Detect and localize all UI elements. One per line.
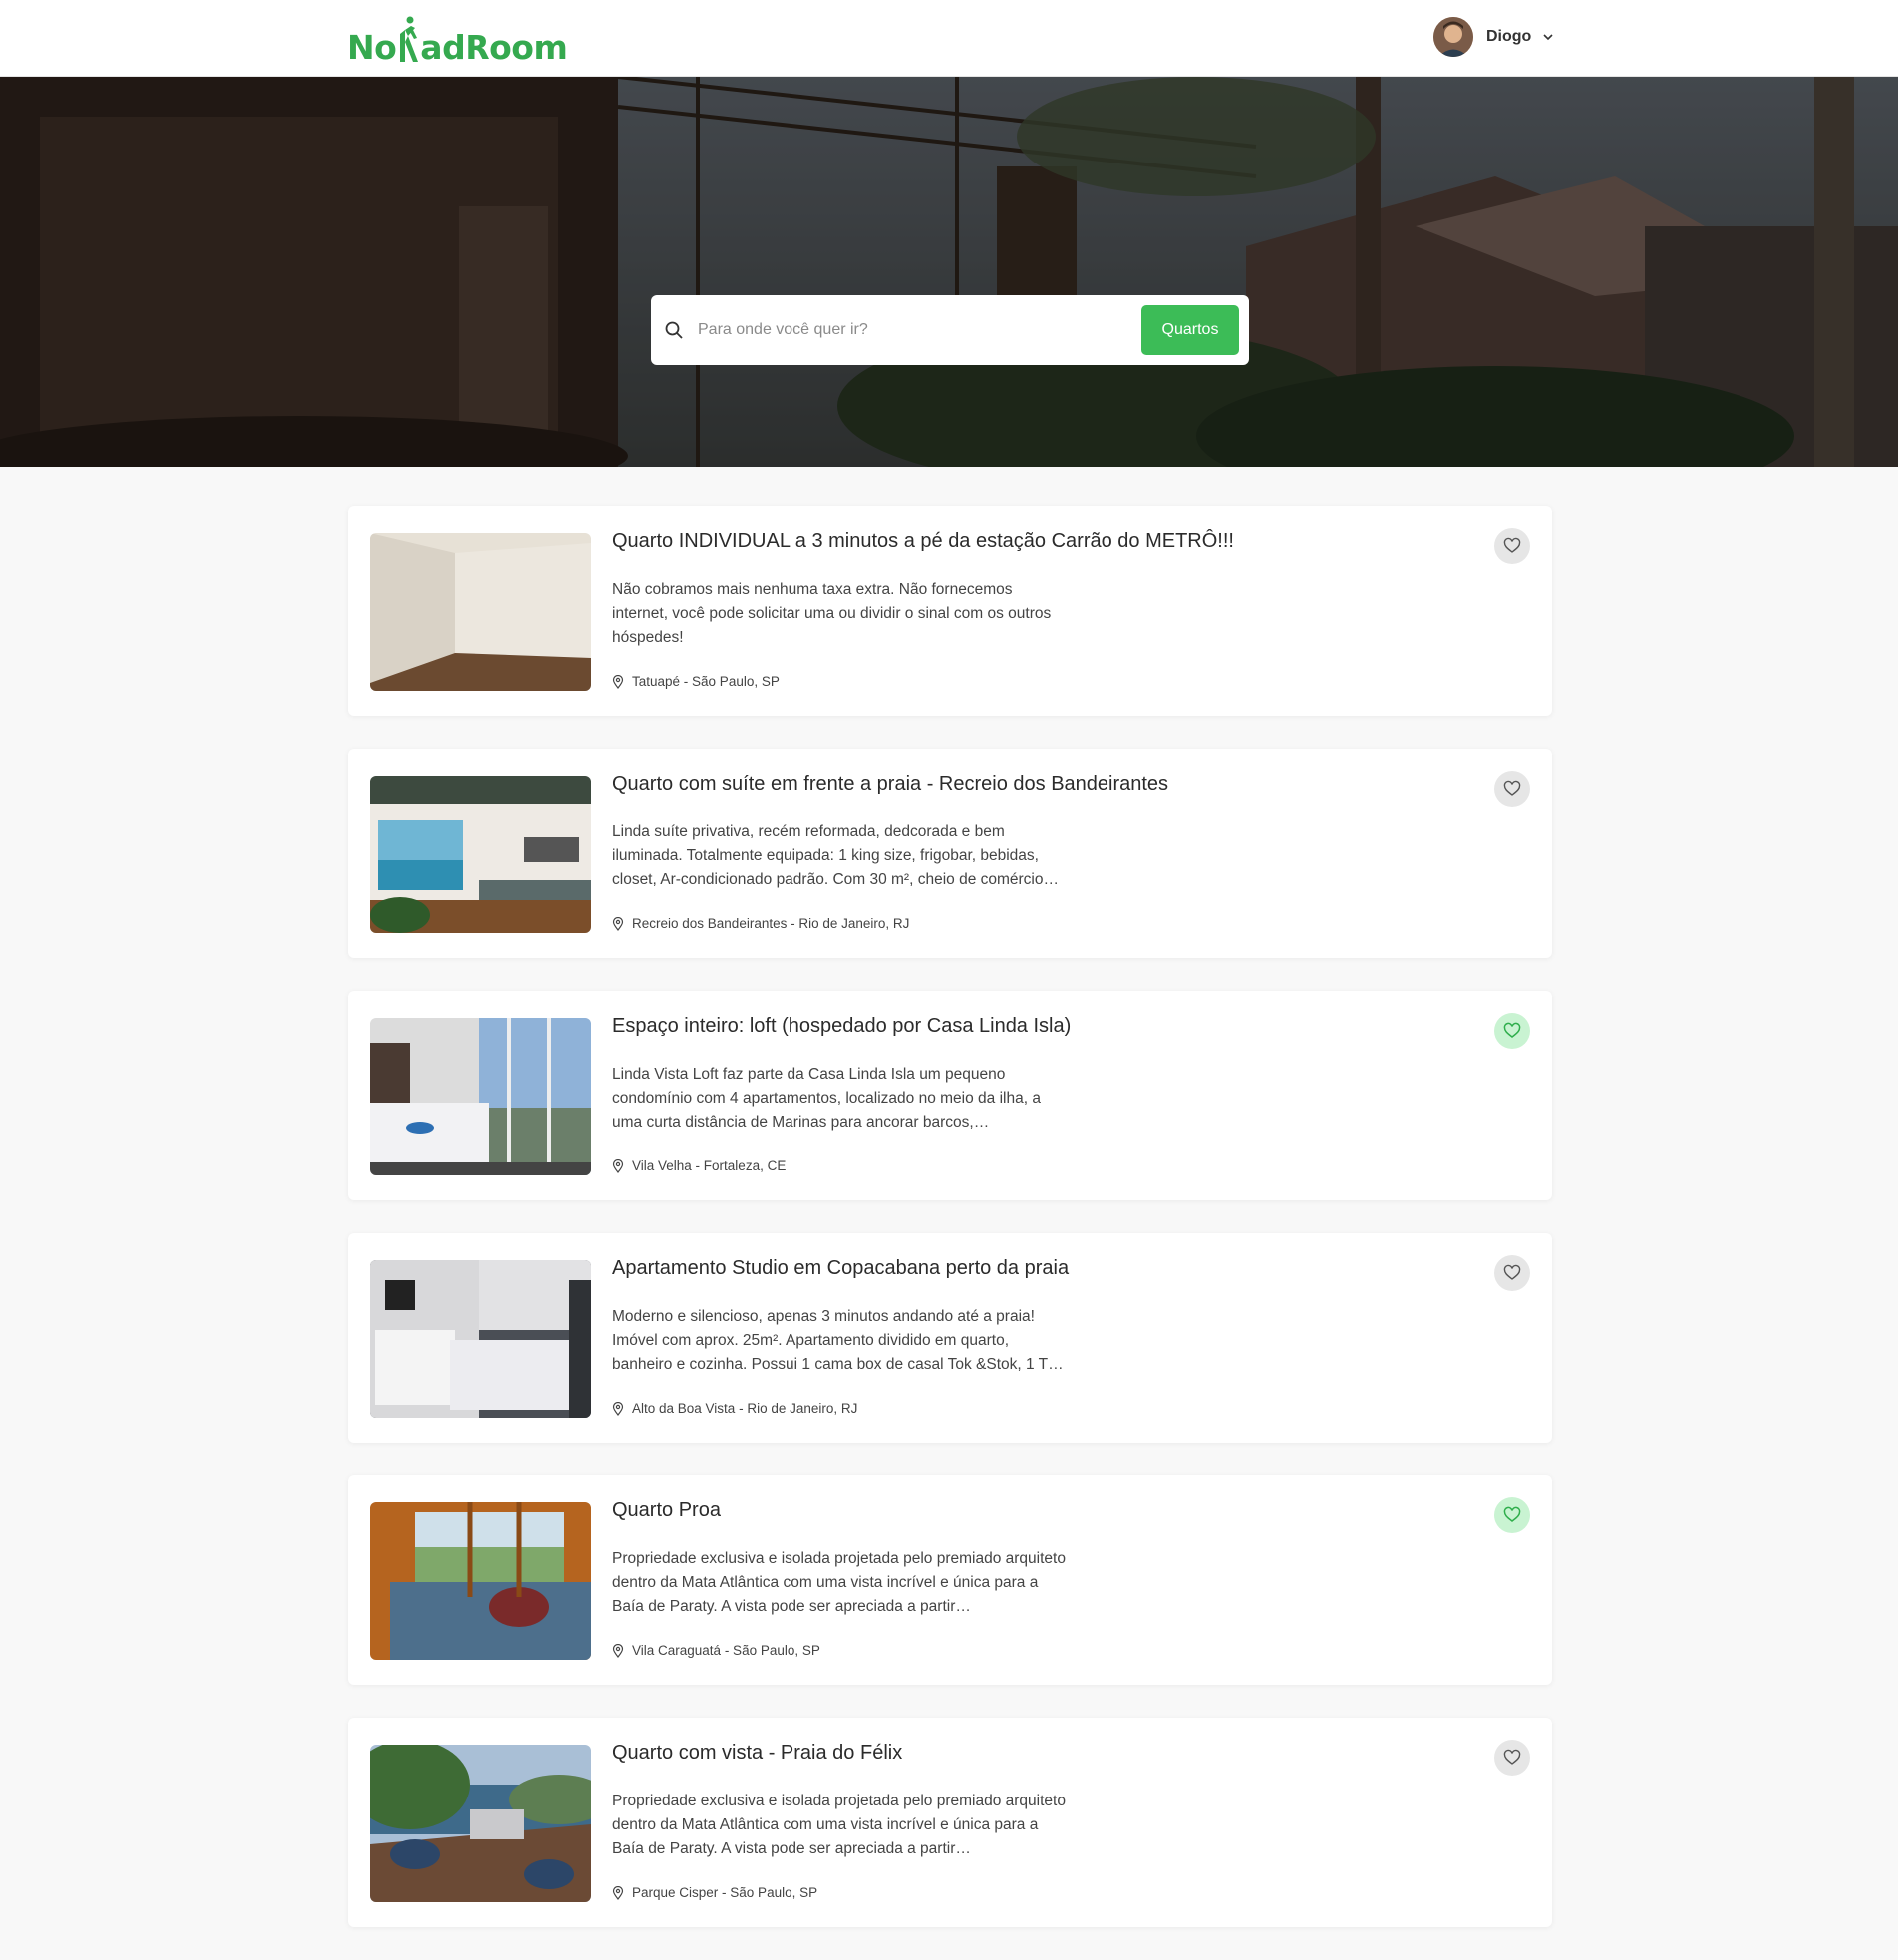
location-pin-icon: [612, 1158, 624, 1173]
top-navbar: No adRoom Diogo: [0, 0, 1898, 77]
room-location-text: Recreio dos Bandeirantes - Rio de Janeir…: [632, 916, 910, 931]
favorite-button[interactable]: [1494, 1740, 1530, 1776]
room-description: Moderno e silencioso, apenas 3 minutos a…: [612, 1308, 1064, 1373]
room-title[interactable]: Espaço inteiro: loft (hospedado por Casa…: [612, 1015, 1071, 1038]
chevron-down-icon[interactable]: [1541, 30, 1555, 44]
search-icon: [665, 321, 683, 339]
heart-icon: [1503, 1749, 1521, 1765]
heart-icon: [1503, 780, 1521, 796]
room-list: Quarto INDIVIDUAL a 3 minutos a pé da es…: [348, 506, 1552, 1960]
hero-background-image: [0, 77, 1898, 467]
room-card[interactable]: Quarto com vista - Praia do Félix Propri…: [348, 1718, 1552, 1927]
room-photo[interactable]: [370, 533, 591, 691]
favorite-button[interactable]: [1494, 1497, 1530, 1533]
heart-icon: [1503, 537, 1521, 553]
room-location: Tatuapé - São Paulo, SP: [612, 674, 780, 689]
logo-text-left: No: [347, 28, 397, 67]
room-photo[interactable]: [370, 1745, 591, 1902]
location-pin-icon: [612, 916, 624, 931]
room-location: Parque Cisper - São Paulo, SP: [612, 1885, 817, 1900]
room-title[interactable]: Quarto Proa: [612, 1499, 721, 1522]
room-card[interactable]: Quarto com suíte em frente a praia - Rec…: [348, 749, 1552, 958]
room-title[interactable]: Quarto com vista - Praia do Félix: [612, 1742, 902, 1765]
location-pin-icon: [612, 674, 624, 689]
room-card[interactable]: Quarto Proa Propriedade exclusiva e isol…: [348, 1475, 1552, 1685]
nomad-figure-icon: [400, 16, 419, 62]
room-title[interactable]: Quarto com suíte em frente a praia - Rec…: [612, 773, 1168, 796]
location-pin-icon: [612, 1401, 624, 1416]
room-card[interactable]: Apartamento Studio em Copacabana perto d…: [348, 1233, 1552, 1443]
room-description: Linda Vista Loft faz parte da Casa Linda…: [612, 1066, 1041, 1131]
room-description: Linda suíte privativa, recém reformada, …: [612, 823, 1059, 888]
room-location-text: Tatuapé - São Paulo, SP: [632, 674, 780, 689]
location-pin-icon: [612, 1643, 624, 1658]
heart-icon: [1503, 1264, 1521, 1280]
favorite-button[interactable]: [1494, 1013, 1530, 1049]
room-title[interactable]: Apartamento Studio em Copacabana perto d…: [612, 1257, 1069, 1280]
room-photo[interactable]: [370, 1502, 591, 1660]
heart-icon: [1503, 1022, 1521, 1038]
room-description: Não cobramos mais nenhuma taxa extra. Nã…: [612, 581, 1052, 646]
user-name: Diogo: [1486, 28, 1532, 45]
search-box: Quartos: [651, 295, 1249, 365]
heart-icon: [1503, 1506, 1521, 1522]
room-location: Vila Caraguatá - São Paulo, SP: [612, 1643, 820, 1658]
user-menu[interactable]: Diogo: [1433, 17, 1555, 57]
location-pin-icon: [612, 1885, 624, 1900]
logo[interactable]: No adRoom: [347, 14, 568, 67]
room-location: Recreio dos Bandeirantes - Rio de Janeir…: [612, 916, 909, 931]
room-photo[interactable]: [370, 1260, 591, 1418]
favorite-button[interactable]: [1494, 1255, 1530, 1291]
room-card[interactable]: Quarto INDIVIDUAL a 3 minutos a pé da es…: [348, 506, 1552, 716]
favorite-button[interactable]: [1494, 528, 1530, 564]
logo-text-right: adRoom: [420, 28, 568, 67]
room-description: Propriedade exclusiva e isolada projetad…: [612, 1793, 1066, 1857]
room-photo[interactable]: [370, 1018, 591, 1175]
room-location: Vila Velha - Fortaleza, CE: [612, 1158, 786, 1173]
search-button[interactable]: Quartos: [1141, 305, 1239, 355]
favorite-button[interactable]: [1494, 771, 1530, 807]
room-location-text: Parque Cisper - São Paulo, SP: [632, 1885, 818, 1900]
search-input[interactable]: [698, 321, 1141, 339]
avatar[interactable]: [1433, 17, 1473, 57]
room-title[interactable]: Quarto INDIVIDUAL a 3 minutos a pé da es…: [612, 530, 1234, 553]
hero-banner: Pesquisar Quartos Quartos: [0, 77, 1898, 467]
room-location-text: Vila Velha - Fortaleza, CE: [632, 1158, 787, 1173]
room-location-text: Alto da Boa Vista - Rio de Janeiro, RJ: [632, 1401, 858, 1416]
room-card[interactable]: Espaço inteiro: loft (hospedado por Casa…: [348, 991, 1552, 1200]
room-description: Propriedade exclusiva e isolada projetad…: [612, 1550, 1066, 1615]
room-photo[interactable]: [370, 776, 591, 933]
room-location: Alto da Boa Vista - Rio de Janeiro, RJ: [612, 1401, 857, 1416]
room-location-text: Vila Caraguatá - São Paulo, SP: [632, 1643, 820, 1658]
